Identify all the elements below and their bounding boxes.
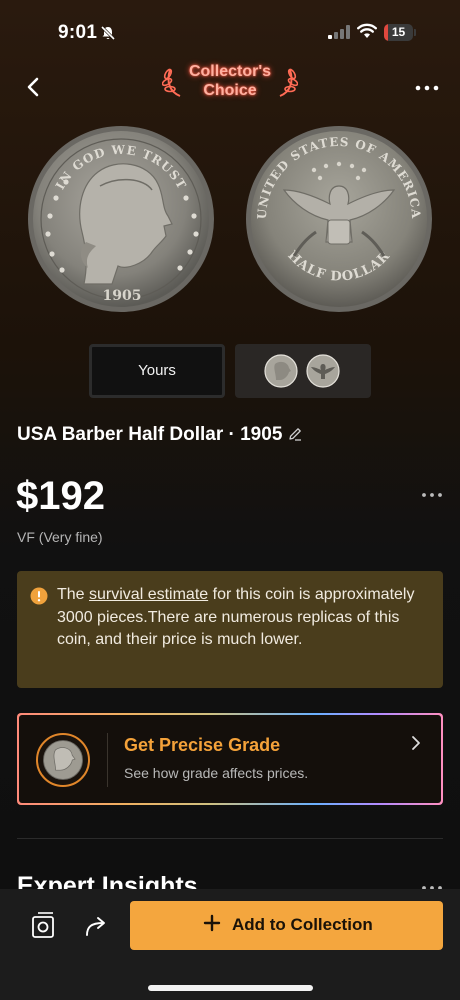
status-bar: 9:01 15 [0,0,460,60]
mini-coin-reverse-icon [306,354,340,388]
badge-text: Collector's Choice [178,62,282,100]
coin-grade: VF (Very fine) [17,529,103,545]
signal-icon [328,25,350,39]
add-to-collection-button[interactable]: Add to Collection [130,901,443,950]
battery-level: 15 [391,25,406,39]
laurel-right-icon [279,68,298,97]
coin-reverse-image[interactable]: UNITED STATES OF AMERICA HALF DOLLAR [244,124,434,314]
badge-line2: Choice [203,82,257,99]
tab-yours[interactable]: Yours [89,344,225,398]
battery-indicator: 15 [384,24,416,41]
more-options-icon[interactable] [412,78,442,98]
back-chevron-icon[interactable] [20,73,48,101]
get-precise-grade-card[interactable]: Get Precise Grade See how grade affects … [17,713,443,805]
coin-obverse-image[interactable]: IN GOD WE TRUST 1905 [26,124,216,314]
tab-reference-coins[interactable] [235,344,371,398]
section-divider [17,838,443,839]
coin-obverse-year: 1905 [103,288,142,304]
tab-yours-label: Yours [138,362,176,379]
wifi-icon [357,23,377,38]
survival-warning-box: The survival estimate for this coin is a… [17,571,443,688]
bell-off-icon [100,25,116,41]
survival-estimate-link[interactable]: survival estimate [89,586,208,603]
add-to-collection-label: Add to Collection [232,915,373,934]
home-indicator[interactable] [148,985,313,991]
share-arrow-icon[interactable] [83,914,109,938]
grade-divider [107,733,108,787]
scan-coin-icon[interactable] [29,910,57,940]
plus-icon [203,914,221,932]
coin-title: USA Barber Half Dollar · 1905 [17,424,283,445]
grade-coin-icon [36,733,90,787]
edit-pencil-icon[interactable] [287,426,303,442]
warning-exclamation-icon [30,587,48,605]
warning-text: The survival estimate for this coin is a… [57,584,433,652]
coin-price: $192 [16,474,105,518]
status-time: 9:01 [58,22,98,43]
chevron-right-icon [412,736,420,750]
price-more-icon[interactable] [420,490,444,500]
badge-line1: Collector's [188,63,272,80]
grade-card-title: Get Precise Grade [124,735,281,755]
grade-card-subtitle: See how grade affects prices. [124,765,309,781]
mini-coin-obverse-icon [264,354,298,388]
warning-prefix: The [57,586,90,603]
collectors-choice-badge: Collector's Choice [158,60,302,104]
